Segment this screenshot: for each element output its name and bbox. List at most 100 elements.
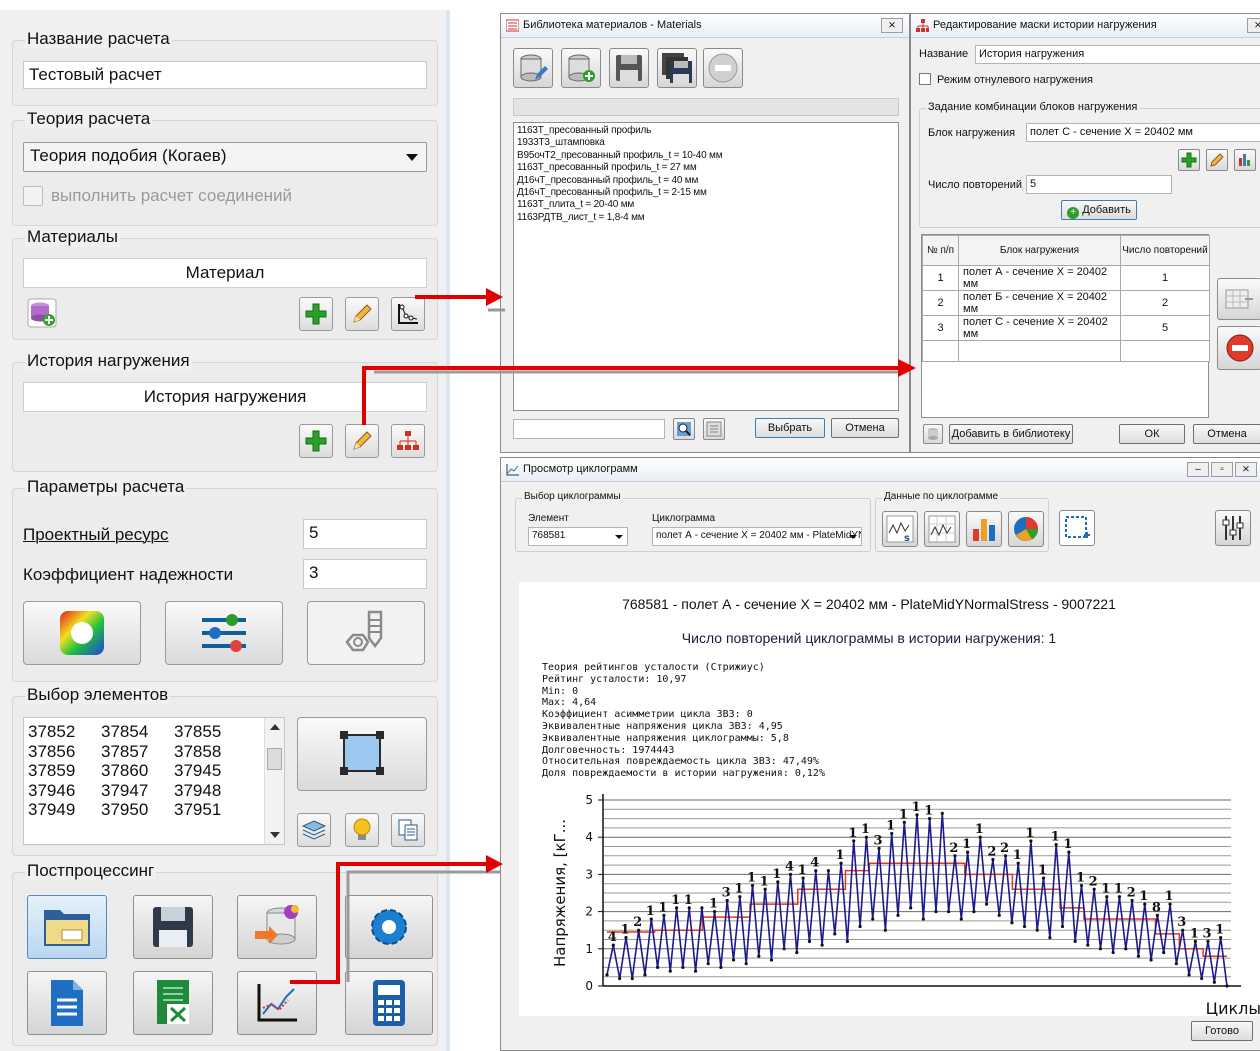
history-add-button[interactable]: [299, 424, 333, 458]
resource-input[interactable]: 5: [303, 519, 427, 549]
data-label: 3: [874, 833, 883, 848]
list-item[interactable]: Д16чТ_пресованный профиль_t = 40 мм: [517, 175, 895, 187]
list-item[interactable]: 37946 37947 37948: [28, 781, 221, 801]
select-button[interactable]: Выбрать: [755, 418, 825, 438]
history-edit-button[interactable]: [345, 424, 379, 458]
cyclogram-view-button[interactable]: [237, 971, 317, 1035]
data-label: 1: [1063, 837, 1072, 852]
zero-load-checkbox[interactable]: [919, 73, 931, 85]
hierarchy-icon: [397, 431, 419, 450]
element-select[interactable]: 768581: [528, 527, 628, 546]
material-edit-button[interactable]: [345, 297, 379, 331]
chart-settings-button[interactable]: [1215, 510, 1251, 546]
export-db-button[interactable]: [237, 895, 317, 959]
materials-search-input[interactable]: [513, 419, 665, 439]
elements-scrollbar[interactable]: [264, 718, 284, 844]
list-item[interactable]: 1163РДТВ_лист_t = 1,8-4 мм: [517, 212, 895, 224]
done-button[interactable]: Готово: [1191, 1021, 1253, 1041]
stat-line: Эквивалентные напряжения циклограммы: 5,…: [542, 732, 789, 744]
delete-row-button[interactable]: [1217, 326, 1260, 370]
cancel-button[interactable]: Отмена: [1193, 424, 1260, 444]
cyclogram-titlebar: Просмотр циклограмм – ▫ ⨯: [501, 458, 1260, 482]
y-tick-label: 5: [585, 793, 593, 807]
settings-button[interactable]: [345, 895, 433, 959]
block-combination-group: Задание комбинации блоков нагружения Бло…: [919, 101, 1260, 228]
list-item[interactable]: 37856 37857 37858: [28, 742, 221, 762]
save-button[interactable]: [133, 895, 213, 959]
repeats-input[interactable]: 5: [1026, 175, 1172, 194]
history-tree-button[interactable]: [391, 424, 425, 458]
filter-clear-button[interactable]: [703, 418, 725, 440]
scroll-thumb[interactable]: [267, 748, 282, 770]
close-icon[interactable]: ⨯: [1235, 462, 1257, 477]
block-chart-button[interactable]: [1234, 149, 1256, 171]
list-item[interactable]: В95очТ2_пресованный профиль_t = 10-40 мм: [517, 150, 895, 162]
copy-button[interactable]: [391, 813, 425, 847]
block-add-button[interactable]: [1178, 149, 1200, 171]
fastener-button[interactable]: [307, 601, 425, 665]
highlight-button[interactable]: [345, 813, 379, 847]
cyclogram-chart[interactable]: 012345Напряжения, [кГ...Циклы4 1 21 1 1 1 13 11…: [519, 788, 1260, 1016]
pie-chart-button[interactable]: [1008, 511, 1044, 547]
minimize-icon[interactable]: –: [1187, 462, 1209, 477]
remove-button[interactable]: [703, 48, 743, 88]
list-item[interactable]: 37852 37854 37855: [28, 722, 221, 742]
mask-name-input[interactable]: История нагружения: [975, 45, 1260, 64]
save-all-button[interactable]: [657, 48, 697, 88]
library-icon-button[interactable]: [923, 424, 943, 444]
join-calc-checkbox[interactable]: [23, 186, 43, 206]
select-region-button[interactable]: [297, 717, 427, 791]
zoom-region-button[interactable]: [1059, 510, 1095, 546]
table-row[interactable]: 2 полет Б - сечение X = 20402 мм 2: [922, 290, 1210, 316]
data-point: [1022, 924, 1027, 929]
table-row[interactable]: 1 полет А - сечение X = 20402 мм 1: [922, 265, 1210, 291]
table-row-empty[interactable]: [922, 340, 1210, 362]
scroll-up-icon[interactable]: [270, 724, 280, 730]
save-button[interactable]: [609, 48, 649, 88]
stress-field-button[interactable]: [23, 601, 141, 665]
material-curve-button[interactable]: [391, 297, 425, 331]
chart-s-button[interactable]: s: [882, 511, 918, 547]
layers-button[interactable]: [297, 813, 331, 847]
list-item[interactable]: 1163Т_плита_t = 20-40 мм: [517, 199, 895, 211]
cyclogram-select[interactable]: полет А - сечение X = 20402 мм - PlateMi…: [652, 527, 862, 546]
materials-filter-bar[interactable]: [513, 98, 899, 116]
reliability-input[interactable]: 3: [303, 559, 427, 589]
elements-list[interactable]: 37852 37854 37855 37856 37857 37858 37859 378…: [23, 717, 285, 845]
calc-name-input[interactable]: Тестовый расчет: [23, 61, 427, 89]
bar-chart-button[interactable]: [966, 511, 1002, 547]
maximize-icon[interactable]: ▫: [1211, 462, 1233, 477]
list-item[interactable]: 37859 37860 37945: [28, 761, 221, 781]
block-edit-button[interactable]: [1206, 149, 1228, 171]
close-icon[interactable]: ⨯: [1247, 18, 1260, 33]
block-input[interactable]: полет С - сечение X = 20402 мм: [1026, 123, 1260, 142]
theory-select[interactable]: Теория подобия (Когаев): [23, 142, 427, 172]
data-point: [1086, 943, 1090, 947]
db-add-button[interactable]: [561, 48, 601, 88]
settings-sliders-button[interactable]: [165, 601, 283, 665]
table-row[interactable]: 3 полет С - сечение X = 20402 мм 5: [922, 315, 1210, 341]
calculator-button[interactable]: [345, 971, 433, 1035]
list-item[interactable]: 1163Т_пресованный профиль: [517, 125, 895, 137]
close-icon[interactable]: ⨯: [881, 18, 903, 33]
ok-button[interactable]: ОК: [1119, 424, 1185, 444]
calculator-icon: [373, 980, 405, 1026]
list-item[interactable]: 1163Т_пресованный профиль_t = 27 мм: [517, 162, 895, 174]
search-button[interactable]: [673, 418, 695, 440]
list-item[interactable]: Д16чТ_пресованный профиль_t = 2-15 мм: [517, 187, 895, 199]
open-folder-button[interactable]: [27, 895, 107, 959]
excel-export-button[interactable]: [133, 971, 213, 1035]
list-item[interactable]: 37949 37950 37951: [28, 800, 221, 820]
scroll-down-icon[interactable]: [270, 832, 280, 838]
db-edit-button[interactable]: [513, 48, 553, 88]
add-block-button[interactable]: + Добавить: [1061, 200, 1137, 220]
list-item[interactable]: 1933Т3_штамповка: [517, 137, 895, 149]
material-add-button[interactable]: [299, 297, 333, 331]
move-rows-button[interactable]: [1217, 278, 1260, 320]
add-to-library-button[interactable]: Добавить в библиотеку: [949, 424, 1073, 444]
report-button[interactable]: [27, 971, 107, 1035]
materials-list[interactable]: 1163Т_пресованный профиль 1933Т3_штамповк…: [513, 122, 899, 411]
database-add-button[interactable]: [25, 296, 59, 330]
chart-grid-button[interactable]: [924, 511, 960, 547]
cancel-button[interactable]: Отмена: [831, 418, 899, 438]
